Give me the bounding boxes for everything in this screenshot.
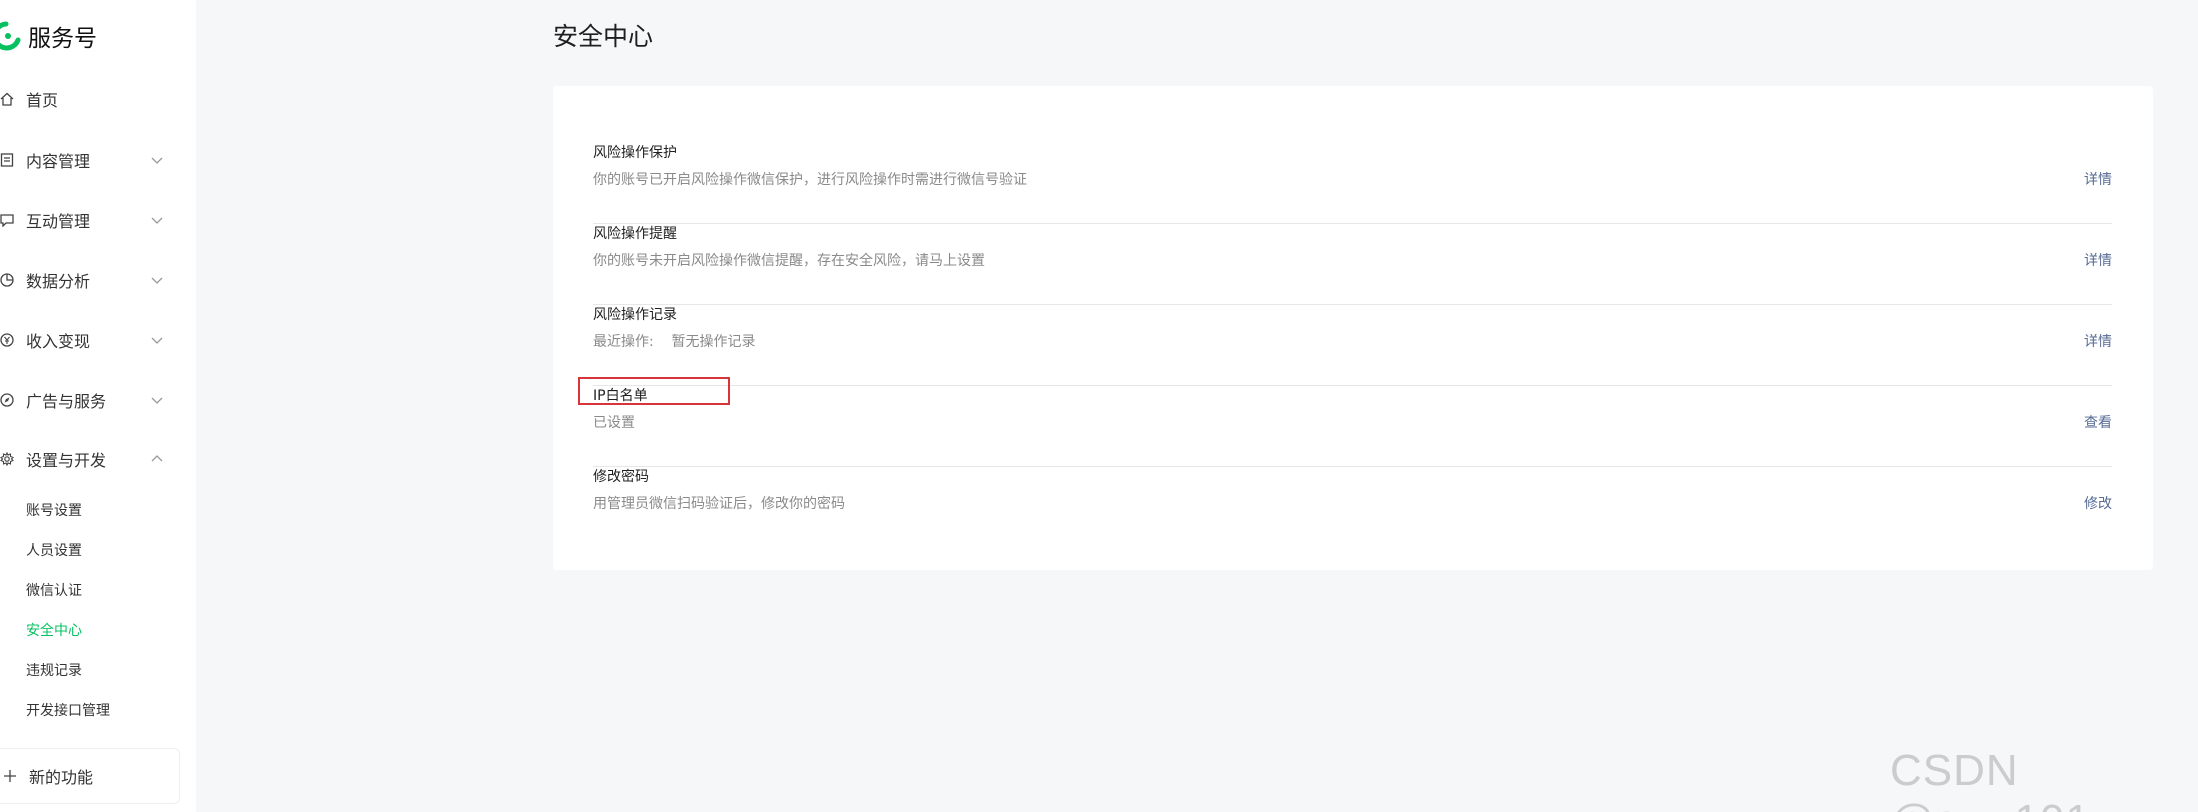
sidebar-item-monetization[interactable]: 收入变现 <box>0 320 168 360</box>
security-settings-card: 风险操作保护 你的账号已开启风险操作微信保护，进行风险操作时需进行微信号验证 详… <box>553 86 2153 570</box>
row-description: 你的账号已开启风险操作微信保护，进行风险操作时需进行微信号验证 <box>593 172 1027 188</box>
page-title: 安全中心 <box>553 22 654 51</box>
row-title: IP白名单 <box>593 388 648 404</box>
view-link[interactable]: 查看 <box>2084 413 2112 433</box>
sidebar-item-label: 收入变现 <box>26 332 91 351</box>
list-item-ip-whitelist: IP白名单 已设置 查看 <box>578 377 2112 467</box>
sidebar-item-settings[interactable]: 设置与开发 <box>0 439 168 479</box>
chevron-down-icon <box>151 217 163 224</box>
gear-icon <box>0 451 14 467</box>
new-feature-button[interactable]: 新的功能 <box>0 748 180 804</box>
row-description: 你的账号未开启风险操作微信提醒，存在安全风险，请马上设置 <box>593 253 985 269</box>
sidebar-item-label: 首页 <box>26 91 59 110</box>
modify-link[interactable]: 修改 <box>2084 494 2112 514</box>
pie-chart-icon <box>0 272 14 288</box>
row-title: 修改密码 <box>593 469 649 485</box>
chevron-down-icon <box>151 157 163 164</box>
chevron-up-icon <box>151 455 163 462</box>
brand-name: 服务号 <box>28 26 97 52</box>
list-item-risk-records: 风险操作记录 最近操作: 暂无操作记录 详情 <box>593 305 2112 386</box>
chevron-down-icon <box>151 397 163 404</box>
row-title: 风险操作记录 <box>593 307 677 323</box>
watermark: CSDN @szw101 <box>1890 746 2090 812</box>
document-icon <box>0 152 14 168</box>
row-title: 风险操作提醒 <box>593 226 677 242</box>
new-feature-label: 新的功能 <box>29 768 94 787</box>
sidebar-item-label: 互动管理 <box>26 212 91 231</box>
sidebar-item-content[interactable]: 内容管理 <box>0 140 168 180</box>
sidebar: 服务号 首页 内容管理 互动管理 数据分析 收入变现 广告与服务 设置与开发 账… <box>0 0 196 812</box>
sub-item-account-settings[interactable]: 账号设置 <box>26 499 82 523</box>
sub-item-staff-settings[interactable]: 人员设置 <box>26 539 82 563</box>
details-link[interactable]: 详情 <box>2084 332 2112 352</box>
chevron-down-icon <box>151 337 163 344</box>
sidebar-item-interaction[interactable]: 互动管理 <box>0 200 168 240</box>
row-title: 风险操作保护 <box>593 145 677 161</box>
sub-item-violation-records[interactable]: 违规记录 <box>26 659 82 683</box>
sidebar-item-home[interactable]: 首页 <box>0 79 168 119</box>
yen-icon <box>0 332 14 348</box>
list-item-change-password: 修改密码 用管理员微信扫码验证后，修改你的密码 修改 <box>593 467 2112 548</box>
app-root: 服务号 首页 内容管理 互动管理 数据分析 收入变现 广告与服务 设置与开发 账… <box>0 0 2198 812</box>
sidebar-item-label: 内容管理 <box>26 152 91 171</box>
sidebar-item-analytics[interactable]: 数据分析 <box>0 260 168 300</box>
sub-item-security-center[interactable]: 安全中心 <box>26 619 82 643</box>
details-link[interactable]: 详情 <box>2084 170 2112 190</box>
chat-icon <box>0 212 14 228</box>
row-description: 已设置 <box>593 415 635 431</box>
sub-item-developer-api[interactable]: 开发接口管理 <box>26 699 110 723</box>
logo-icon <box>0 21 21 51</box>
list-item-risk-protection: 风险操作保护 你的账号已开启风险操作微信保护，进行风险操作时需进行微信号验证 详… <box>593 143 2112 224</box>
sidebar-item-label: 数据分析 <box>26 272 91 291</box>
compass-icon <box>0 392 14 408</box>
chevron-down-icon <box>151 277 163 284</box>
list-item-risk-alert: 风险操作提醒 你的账号未开启风险操作微信提醒，存在安全风险，请马上设置 详情 <box>593 224 2112 305</box>
sidebar-item-label: 广告与服务 <box>26 392 107 411</box>
details-link[interactable]: 详情 <box>2084 251 2112 271</box>
row-description: 用管理员微信扫码验证后，修改你的密码 <box>593 496 845 512</box>
plus-icon <box>4 770 16 782</box>
home-icon <box>0 91 14 107</box>
sidebar-item-label: 设置与开发 <box>26 451 107 470</box>
row-description: 最近操作: 暂无操作记录 <box>593 334 756 350</box>
brand[interactable]: 服务号 <box>0 18 97 54</box>
sidebar-item-ads[interactable]: 广告与服务 <box>0 380 168 420</box>
sub-item-wechat-verification[interactable]: 微信认证 <box>26 579 82 603</box>
